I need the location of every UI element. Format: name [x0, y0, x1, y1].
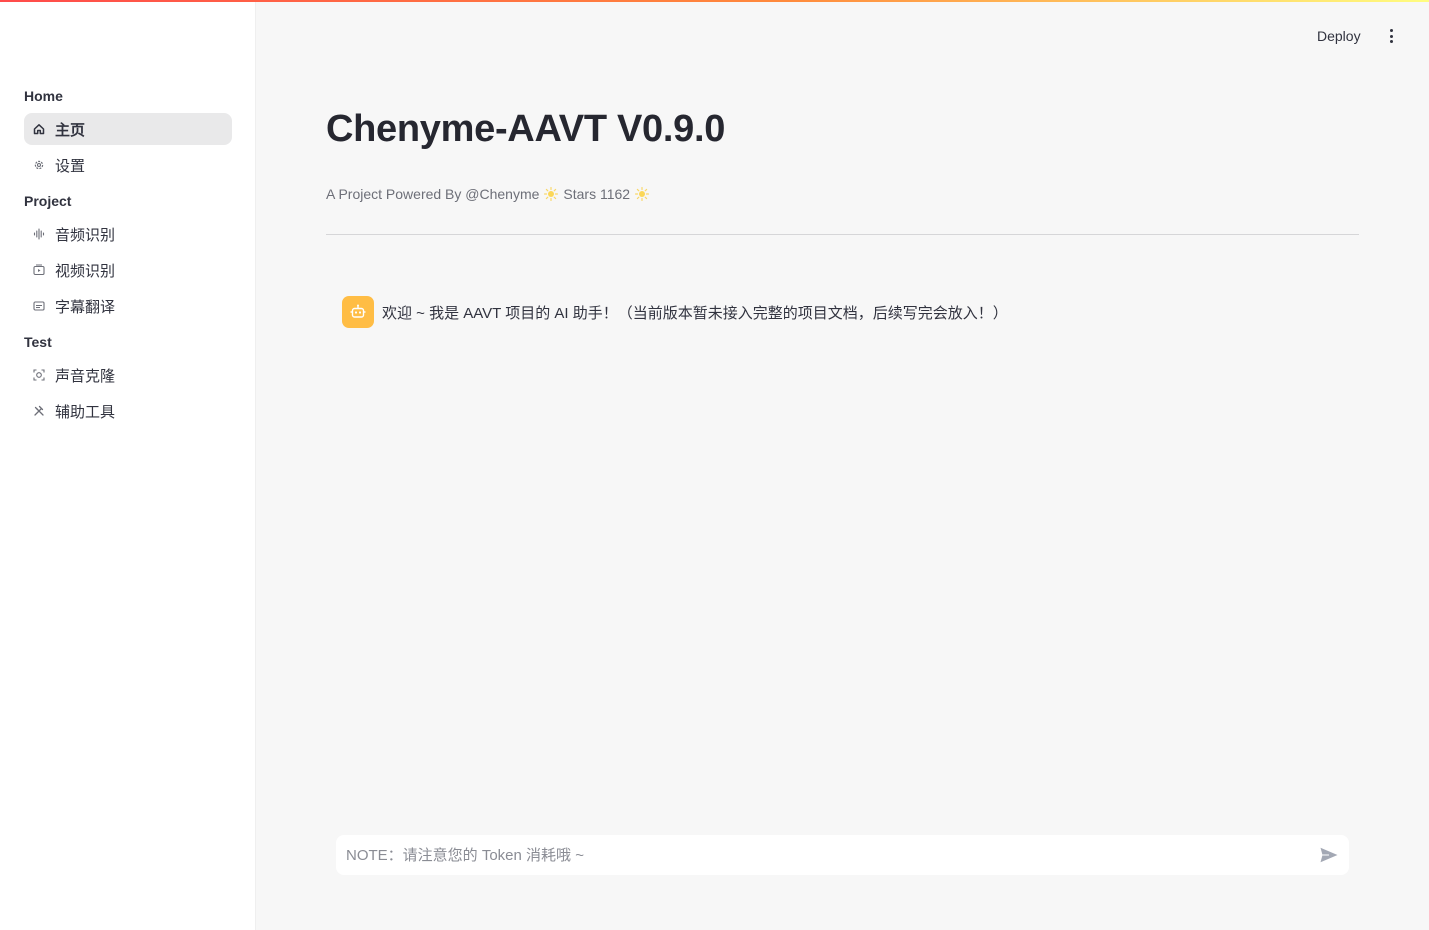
sidebar-section-home: Home — [24, 88, 63, 104]
sidebar-item-voice-clone[interactable]: 声音克隆 — [24, 359, 232, 391]
audio-waveform-icon — [32, 227, 46, 241]
tools-icon — [32, 404, 46, 418]
chat-input-box — [336, 835, 1349, 875]
deploy-button[interactable]: Deploy — [1317, 28, 1361, 44]
gear-icon — [32, 158, 46, 172]
page-title: Chenyme-AAVT V0.9.0 — [326, 108, 726, 150]
sun-icon — [544, 186, 559, 202]
sidebar: Home 主页 设置 Project 音频识别 视频识别 字幕翻译 Test 声… — [0, 0, 256, 930]
stars-count: Stars 1162 — [563, 186, 631, 202]
sidebar-item-label: 视频识别 — [55, 262, 116, 280]
chat-message: 欢迎 ~ 我是 AAVT 项目的 AI 助手！（当前版本暂未接入完整的项目文档，… — [342, 296, 1008, 328]
sidebar-section-test: Test — [24, 334, 52, 350]
sidebar-item-video-recognition[interactable]: 视频识别 — [24, 254, 232, 286]
sidebar-item-label: 音频识别 — [55, 226, 116, 244]
subtitles-icon — [32, 299, 46, 313]
robot-icon — [342, 296, 374, 328]
subtitle-author: A Project Powered By @Chenyme — [326, 186, 540, 202]
video-icon — [32, 263, 46, 277]
chat-message-text: 欢迎 ~ 我是 AAVT 项目的 AI 助手！（当前版本暂未接入完整的项目文档，… — [382, 304, 1008, 322]
sidebar-item-settings[interactable]: 设置 — [24, 149, 232, 181]
main-content: Deploy Chenyme-AAVT V0.9.0 A Project Pow… — [257, 0, 1429, 930]
sidebar-item-label: 辅助工具 — [55, 403, 116, 421]
sidebar-item-home[interactable]: 主页 — [24, 113, 232, 145]
sidebar-item-subtitle-translation[interactable]: 字幕翻译 — [24, 290, 232, 322]
sidebar-item-label: 设置 — [55, 157, 86, 175]
sidebar-section-project: Project — [24, 193, 72, 209]
sun-icon — [634, 186, 650, 202]
divider — [326, 234, 1359, 235]
sidebar-item-label: 声音克隆 — [55, 367, 116, 385]
page-subtitle: A Project Powered By @Chenyme Stars 1162 — [326, 186, 650, 202]
send-icon[interactable] — [1319, 845, 1339, 865]
face-scan-icon — [32, 368, 46, 382]
top-decoration-bar — [0, 0, 1429, 2]
home-icon — [32, 122, 46, 136]
more-vert-icon[interactable] — [1385, 27, 1397, 45]
sidebar-item-tools[interactable]: 辅助工具 — [24, 395, 232, 427]
sidebar-item-audio-recognition[interactable]: 音频识别 — [24, 218, 232, 250]
sidebar-item-label: 字幕翻译 — [55, 298, 116, 316]
sidebar-item-label: 主页 — [55, 121, 86, 139]
chat-input[interactable] — [346, 846, 1319, 864]
